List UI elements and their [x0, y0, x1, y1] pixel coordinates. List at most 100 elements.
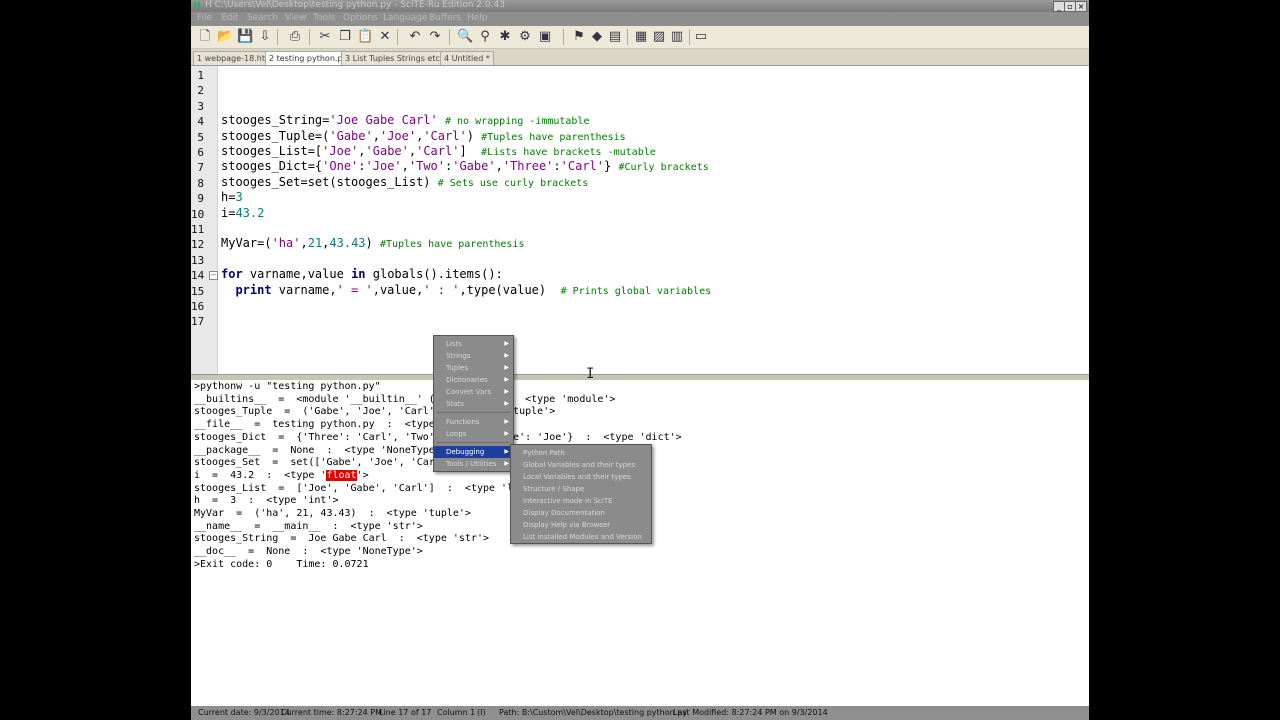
menu-item-debugging[interactable]: Debugging ▶	[434, 446, 513, 458]
code-token: 'Joe'	[379, 128, 417, 143]
menu-view[interactable]: View	[285, 13, 306, 23]
close-button[interactable]: ×	[1075, 1, 1087, 12]
code-token: :	[358, 159, 366, 174]
submenu-arrow-icon: ▶	[504, 430, 509, 437]
menu-item-loops[interactable]: Loops ▶	[434, 428, 513, 440]
cut-icon[interactable]: ✂	[317, 29, 333, 45]
code-line[interactable]: stooges_Set=set(stooges_List) # Sets use…	[221, 175, 588, 189]
new-file-icon[interactable]: 🗋	[197, 29, 213, 45]
submenu-item[interactable]: Interactive mode in SciTE	[511, 495, 651, 507]
toolbar-separator	[689, 29, 690, 45]
submenu-item[interactable]: List installed Modules and Version	[511, 531, 651, 543]
submenu-item[interactable]: Local Variables and their types	[511, 471, 651, 483]
save-as-icon[interactable]: ⇩	[257, 29, 273, 45]
code-line[interactable]: for varname,value in globals().items():	[221, 267, 503, 281]
stop-icon[interactable]: ▥	[669, 29, 685, 45]
output-line: stooges_List = ['Joe', 'Gabe', 'Carl'] :…	[194, 482, 544, 494]
debugging-submenu: Python Path Global Variables and their ty…	[510, 444, 652, 544]
menu-item-tuples[interactable]: Tuples ▶	[434, 362, 513, 374]
code-token: 43.43	[329, 236, 366, 251]
tools-icon[interactable]: ▨	[651, 29, 667, 45]
code-editor[interactable]: 1 2 3 4 5 6 7 8 9 10 11 12 13 14 15 16 17− stooges_Strin…	[191, 66, 1089, 374]
code-token: 'Gabe'	[365, 144, 409, 158]
delete-icon[interactable]: ✕	[377, 29, 393, 45]
menu-file[interactable]: File	[197, 13, 212, 23]
redo-icon[interactable]: ↷	[427, 29, 443, 45]
line-number: 11	[191, 223, 205, 236]
help-icon[interactable]: ▭	[693, 29, 709, 45]
tab-untitled[interactable]: 4 Untitled *	[440, 51, 494, 65]
submenu-item[interactable]: Python Path	[511, 447, 651, 459]
replace-icon[interactable]: ⚲	[477, 29, 493, 45]
run-icon[interactable]: ▣	[537, 29, 553, 45]
submenu-arrow-icon: ▶	[504, 352, 509, 359]
code-token: globals().items():	[365, 267, 503, 282]
output-text: '>	[356, 469, 369, 481]
folder-icon[interactable]: ▦	[633, 29, 649, 45]
open-folder-icon[interactable]: 📂	[217, 29, 233, 45]
submenu-item[interactable]: Display Help via Browser	[511, 519, 651, 531]
menu-language[interactable]: Language	[383, 13, 427, 23]
menu-item-functions[interactable]: Functions ▶	[434, 416, 513, 428]
line-number: 16	[191, 300, 205, 313]
build-icon[interactable]: ◆	[589, 29, 605, 45]
menu-options[interactable]: Options	[343, 13, 378, 23]
fold-toggle-icon[interactable]: −	[209, 271, 218, 281]
search-highlight: float	[326, 469, 357, 481]
output-line: stooges_String = Joe Gabe Carl : <type '…	[194, 533, 490, 545]
code-token: # Sets use curly brackets	[437, 177, 589, 189]
submenu-item[interactable]: Display Documentation	[511, 507, 651, 519]
menu-search[interactable]: Search	[247, 13, 278, 23]
menu-item-dictionaries[interactable]: Dictionaries ▶	[434, 374, 513, 386]
code-line[interactable]: stooges_String='Joe Gabe Carl' # no wrap…	[221, 113, 589, 127]
line-number: 10	[191, 207, 205, 221]
app-icon: H	[193, 1, 201, 11]
gear-icon[interactable]: ▤	[607, 29, 623, 45]
output-line: MyVar = ('ha', 21, 43.43) : <type 'tuple…	[194, 508, 471, 519]
menu-item-convert-vars[interactable]: Convert Vars ▶	[434, 386, 513, 398]
code-token: varname,value	[242, 267, 352, 282]
code-token: h=	[221, 190, 236, 205]
code-token: 43.2	[235, 205, 265, 220]
toolbar-separator	[449, 29, 450, 45]
code-token: 'Joe'	[365, 159, 402, 174]
output-line: __name__ = __main__ : <type 'str'>	[194, 520, 423, 532]
code-line[interactable]: i=43.2	[221, 206, 264, 220]
submenu-item-label: Interactive mode in SciTE	[523, 497, 613, 505]
paste-icon[interactable]: 📋	[357, 29, 373, 45]
menu-item-tools-utilities[interactable]: Tools / Utilities ▶	[434, 458, 513, 470]
menu-item-strings[interactable]: Strings ▶	[434, 350, 513, 362]
code-line[interactable]: stooges_Dict={'One':'Joe','Two':'Gabe','…	[221, 159, 709, 173]
bookmark-icon[interactable]: ✱	[497, 29, 513, 45]
code-token: ,value,	[372, 282, 424, 297]
menu-tools[interactable]: Tools	[313, 13, 335, 23]
menu-edit[interactable]: Edit	[221, 13, 238, 23]
code-line[interactable]: h=3	[221, 190, 243, 204]
submenu-item[interactable]: Structure / Shape	[511, 483, 651, 495]
file-tabs: 1 webpage-18.html 2 testing python.py 3 …	[191, 49, 1089, 66]
undo-icon[interactable]: ↶	[407, 29, 423, 45]
submenu-item[interactable]: Global Variables and their types	[511, 459, 651, 471]
menu-item-stats[interactable]: Stats ▶	[434, 398, 513, 410]
code-line[interactable]: MyVar=('ha',21,43.43) #Tuples have paren…	[221, 236, 524, 250]
macro-icon[interactable]: ⚙	[517, 29, 533, 45]
line-number: 5	[197, 130, 204, 144]
status-modified: Last Modified: 8:27:24 PM on 9/3/2014	[673, 708, 828, 717]
find-icon[interactable]: 🔍	[457, 29, 473, 45]
tab-list-tuples-strings[interactable]: 3 List Tuples Strings etc.py	[341, 51, 457, 65]
menu-help[interactable]: Help	[467, 13, 488, 23]
submenu-arrow-icon: ▶	[504, 364, 509, 371]
code-token: ]	[459, 144, 482, 158]
save-icon[interactable]: 💾	[237, 29, 253, 45]
menu-buffers[interactable]: Buffers	[429, 13, 461, 23]
menu-item-lists[interactable]: Lists ▶	[434, 338, 513, 350]
tab-testing-python[interactable]: 2 testing python.py	[265, 51, 352, 65]
print-icon[interactable]: ⎙	[287, 29, 303, 45]
compile-icon[interactable]: ⚑	[571, 29, 587, 45]
code-line[interactable]: print varname,' = ',value,' : ',type(val…	[221, 283, 711, 297]
copy-icon[interactable]: ❐	[337, 29, 353, 45]
code-line[interactable]: stooges_Tuple=('Gabe','Joe','Carl') #Tup…	[221, 129, 626, 143]
code-line[interactable]: stooges_List=['Joe','Gabe','Carl'] #List…	[221, 144, 656, 158]
title-bar[interactable]: H H C:\Users\Vel\Desktop\testing python.…	[191, 0, 1089, 12]
